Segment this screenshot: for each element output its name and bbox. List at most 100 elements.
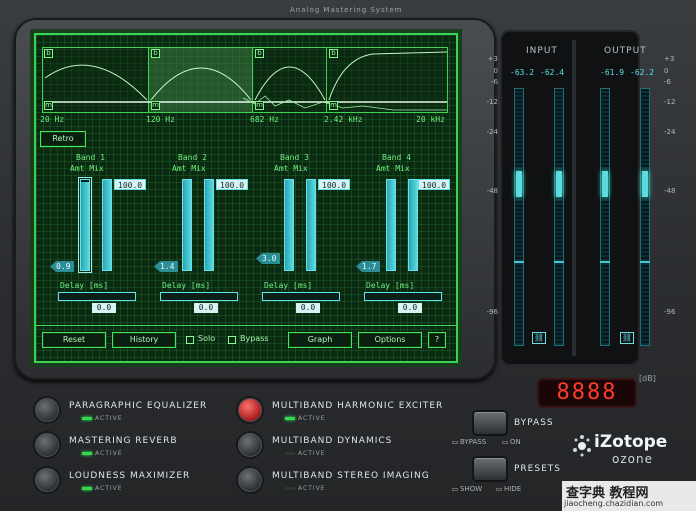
scale-label: -6 xyxy=(664,78,671,86)
band-name: Band 3 xyxy=(280,153,309,162)
solo-label: Solo xyxy=(198,334,216,343)
active-led[interactable] xyxy=(82,417,92,420)
scale-label: -12 xyxy=(486,98,498,106)
bypass-sub-left: BYPASS xyxy=(460,438,487,446)
mix-slider[interactable] xyxy=(204,179,214,271)
input-peak-left[interactable]: -63.2 xyxy=(510,68,534,77)
band-marker-4-bottom[interactable]: m xyxy=(329,101,338,110)
mix-slider[interactable] xyxy=(306,179,316,271)
scale-label: -96 xyxy=(486,308,498,316)
band-3: Band 3 Amt Mix 100.0 3.0 Delay [ms] 0.0 xyxy=(256,153,352,313)
input-label: INPUT xyxy=(526,46,558,56)
band-marker-4-top[interactable]: b xyxy=(329,49,338,58)
delay-slider[interactable] xyxy=(160,292,238,301)
mix-slider[interactable] xyxy=(102,179,112,271)
presets-sub-right: HIDE xyxy=(504,485,522,493)
amt-mix-label: Amt Mix xyxy=(376,164,410,173)
spectrum-display[interactable]: b m b m b m b m xyxy=(42,47,448,113)
digital-readout: 8888 xyxy=(537,378,637,408)
output-meter-left xyxy=(600,88,610,346)
amt-slider[interactable] xyxy=(78,177,92,273)
band-marker-3-top[interactable]: b xyxy=(255,49,264,58)
module-name: PARAGRAPHIC EQUALIZER xyxy=(69,401,208,411)
amt-mix-label: Amt Mix xyxy=(172,164,206,173)
reset-button[interactable]: Reset xyxy=(42,332,106,348)
module-select-knob[interactable] xyxy=(238,433,262,457)
amt-slider[interactable] xyxy=(284,179,294,271)
band-marker-2-bottom[interactable]: m xyxy=(151,101,160,110)
screen-button-bar: Reset History Solo Bypass Graph Options … xyxy=(36,325,456,349)
level-meters: INPUT OUTPUT -63.2 -62.4 -61.9 -62.2 ⛓ ⛓ xyxy=(500,30,654,366)
freq-label: 20 kHz xyxy=(416,115,445,124)
mix-value[interactable]: 100.0 xyxy=(418,179,451,190)
scale-label: -48 xyxy=(486,187,498,195)
delay-value[interactable]: 0.0 xyxy=(398,303,422,313)
link-icon[interactable]: ⛓ xyxy=(532,332,546,344)
delay-value[interactable]: 0.0 xyxy=(296,303,320,313)
delay-slider[interactable] xyxy=(262,292,340,301)
amt-slider[interactable] xyxy=(386,179,396,271)
delay-value[interactable]: 0.0 xyxy=(92,303,116,313)
band-name: Band 4 xyxy=(382,153,411,162)
active-led[interactable] xyxy=(285,417,295,420)
retro-button[interactable]: Retro xyxy=(40,131,86,147)
bypass-button[interactable] xyxy=(474,412,506,434)
output-peak-right[interactable]: -62.2 xyxy=(630,68,654,77)
scale-label: -12 xyxy=(664,98,676,106)
active-led[interactable] xyxy=(285,452,295,455)
presets-hide-label: HIDE xyxy=(496,485,521,493)
amt-mix-label: Amt Mix xyxy=(70,164,104,173)
output-peak-left[interactable]: -61.9 xyxy=(600,68,624,77)
band-marker-2-top[interactable]: b xyxy=(151,49,160,58)
logo-main: iZotope xyxy=(594,432,668,452)
bypass-checkbox[interactable] xyxy=(228,336,236,344)
history-button[interactable]: History xyxy=(112,332,176,348)
input-peak-right[interactable]: -62.4 xyxy=(540,68,564,77)
module-select-knob[interactable] xyxy=(35,398,59,422)
output-meter-right xyxy=(640,88,650,346)
delay-label: Delay [ms] xyxy=(366,281,415,290)
scale-label: -24 xyxy=(664,128,676,136)
active-label: ACTIVE xyxy=(95,450,123,457)
options-button[interactable]: Options xyxy=(358,332,422,348)
delay-slider[interactable] xyxy=(58,292,136,301)
band-marker-1-bottom[interactable]: m xyxy=(44,101,53,110)
input-meter-right xyxy=(554,88,564,346)
spectrum-curves xyxy=(44,51,448,111)
mix-slider[interactable] xyxy=(408,179,418,271)
amt-slider[interactable] xyxy=(182,179,192,271)
active-led[interactable] xyxy=(82,452,92,455)
delay-slider[interactable] xyxy=(364,292,442,301)
amt-value[interactable]: 3.0 xyxy=(256,253,281,264)
bypass-on-label: ON xyxy=(502,438,521,446)
help-button[interactable]: ? xyxy=(428,332,446,348)
active-led[interactable] xyxy=(82,487,92,490)
mix-value[interactable]: 100.0 xyxy=(216,179,249,190)
link-icon[interactable]: ⛓ xyxy=(620,332,634,344)
mix-value[interactable]: 100.0 xyxy=(318,179,351,190)
scale-label: -48 xyxy=(664,187,676,195)
presets-button[interactable] xyxy=(474,458,506,480)
band-marker-3-bottom[interactable]: m xyxy=(255,101,264,110)
module-name: MASTERING REVERB xyxy=(69,436,178,446)
module-select-knob[interactable] xyxy=(238,468,262,492)
active-label: ACTIVE xyxy=(95,415,123,422)
graph-button[interactable]: Graph xyxy=(288,332,352,348)
module-select-knob[interactable] xyxy=(35,433,59,457)
amt-value[interactable]: 1.4 xyxy=(154,261,179,272)
frequency-labels: 20 Hz 120 Hz 682 Hz 2.42 kHz 20 kHz xyxy=(40,115,450,125)
amt-value[interactable]: 1.7 xyxy=(356,261,381,272)
app-window: Analog Mastering System b m b m b m b m … xyxy=(0,0,696,511)
meter-divider xyxy=(572,40,576,356)
active-led[interactable] xyxy=(285,487,295,490)
amt-value[interactable]: 0.9 xyxy=(50,261,75,272)
presets-label: PRESETS xyxy=(514,464,561,474)
delay-value[interactable]: 0.0 xyxy=(194,303,218,313)
band-marker-1-top[interactable]: b xyxy=(44,49,53,58)
amt-mix-label: Amt Mix xyxy=(274,164,308,173)
module-select-knob[interactable] xyxy=(35,468,59,492)
module-select-knob[interactable] xyxy=(238,398,262,422)
module-screen: b m b m b m b m 20 Hz 120 Hz 682 Hz 2.42… xyxy=(34,33,458,363)
solo-checkbox[interactable] xyxy=(186,336,194,344)
mix-value[interactable]: 100.0 xyxy=(114,179,147,190)
